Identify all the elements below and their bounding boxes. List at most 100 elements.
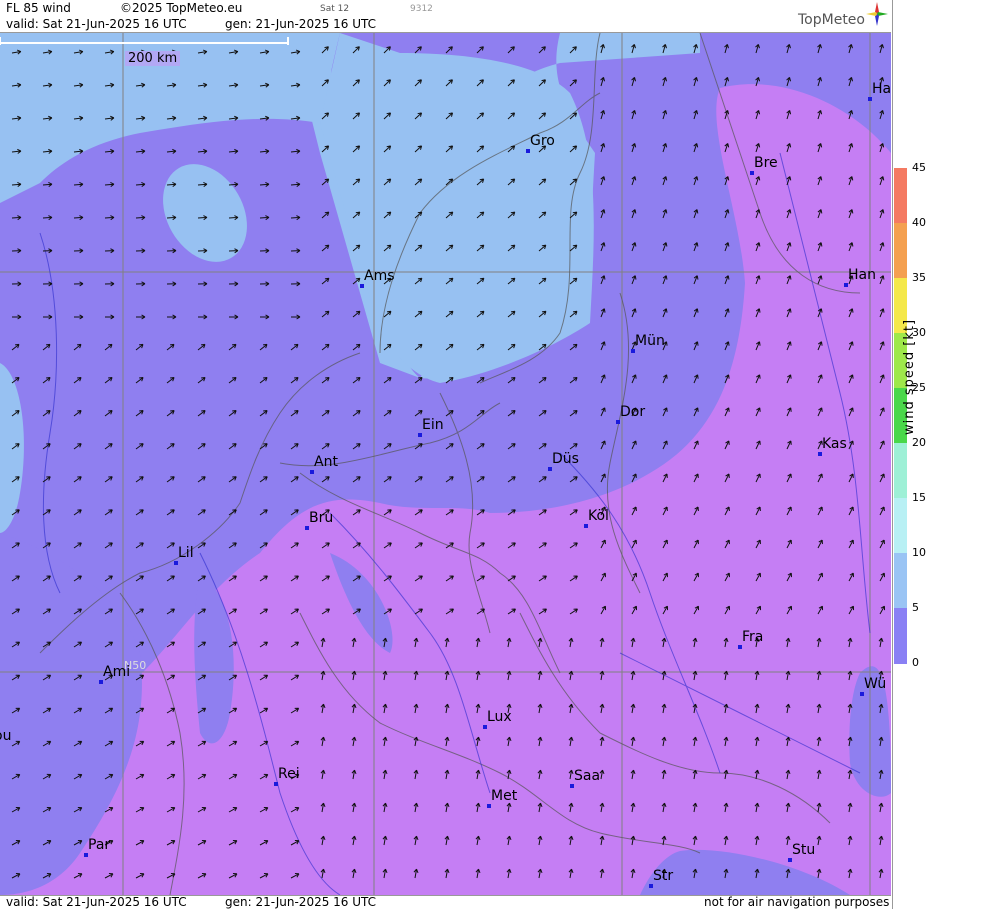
wind-arrow (197, 509, 206, 516)
city-marker (584, 524, 588, 528)
wind-arrow (228, 376, 237, 384)
wind-arrow (197, 443, 206, 450)
wind-arrow (445, 46, 453, 54)
wind-arrow (104, 376, 113, 384)
wind-arrow (166, 148, 177, 154)
wind-arrow (538, 476, 547, 483)
wind-arrow (569, 343, 578, 351)
city-label: Rei (278, 766, 300, 782)
wind-arrow (321, 277, 330, 285)
wind-arrow (569, 410, 578, 417)
wind-arrow (11, 314, 22, 320)
wind-arrow (600, 308, 606, 318)
wind-arrow (476, 443, 485, 450)
wind-arrow (11, 248, 22, 254)
wind-arrow (631, 110, 637, 120)
wind-arrow (724, 242, 730, 252)
wind-arrow (259, 509, 268, 516)
wind-arrow (724, 275, 730, 285)
wind-arrow (104, 509, 113, 516)
wind-arrow (538, 46, 546, 54)
wind-arrow (197, 343, 206, 351)
city-label: Fra (742, 629, 764, 645)
wind-arrow (290, 182, 301, 187)
wind-arrow (259, 248, 270, 254)
city-label: Mün (635, 333, 665, 349)
wind-arrow (321, 211, 330, 219)
wind-arrow (73, 509, 82, 516)
wind-arrow (135, 509, 144, 516)
city-marker (570, 784, 574, 788)
wind-arrow (42, 281, 53, 287)
wind-arrow (290, 281, 301, 287)
wind-arrow (104, 542, 113, 549)
city-marker (649, 884, 653, 888)
wind-arrow (135, 182, 146, 187)
city-label: Stu (792, 842, 816, 858)
copyright: ©2025 TopMeteo.eu (120, 1, 243, 15)
wind-arrow (166, 608, 175, 615)
wind-arrow (73, 248, 84, 254)
wind-arrow (135, 343, 144, 351)
footer-valid-time: valid: Sat 21-Jun-2025 16 UTC (6, 895, 187, 909)
city-marker (84, 853, 88, 857)
wind-arrow (445, 410, 454, 417)
wind-arrow (321, 244, 330, 252)
city-marker (360, 284, 364, 288)
wind-arrow (73, 314, 84, 320)
valid-time: valid: Sat 21-Jun-2025 16 UTC (6, 17, 187, 31)
wind-arrow (507, 46, 515, 54)
wind-arrow (135, 281, 146, 287)
wind-arrow (11, 343, 20, 351)
wind-arrow (166, 509, 175, 516)
wind-arrow (879, 110, 885, 120)
wind-arrow (73, 281, 84, 287)
wind-arrow (104, 182, 115, 187)
wind-arrow (11, 215, 22, 221)
wind-arrow (290, 509, 299, 516)
wind-arrow (693, 209, 699, 219)
city-marker (99, 680, 103, 684)
product-title: FL 85 wind (6, 1, 71, 15)
wind-arrow (166, 443, 175, 450)
wind-arrow (538, 443, 547, 450)
city-marker (526, 149, 530, 153)
colorbar-title: wind speed [kt] (902, 318, 917, 435)
colorbar-segment (894, 443, 907, 499)
colorbar-tick-label: 20 (912, 436, 926, 449)
wind-arrow (73, 443, 82, 450)
city-marker (418, 433, 422, 437)
wind-arrow (135, 641, 145, 648)
wind-arrow (352, 376, 361, 384)
wind-arrow (228, 314, 239, 320)
city-label: Dor (620, 404, 646, 420)
city-marker (616, 420, 620, 424)
wind-arrow (414, 410, 423, 417)
wind-arrow (662, 76, 668, 87)
wind-arrow (879, 43, 884, 54)
wind-map[interactable]: 200 km N50 Gro Bre Ha Han Ams Mün Ein Dor Ant Düs… (0, 33, 891, 895)
wind-arrow (135, 608, 144, 615)
wind-arrow (631, 143, 637, 153)
wind-arrow (135, 376, 144, 384)
wind-arrow (135, 248, 146, 254)
wind-arrow (135, 542, 144, 549)
city-label: Han (848, 267, 876, 283)
wind-arrow (166, 575, 175, 582)
wind-arrow (228, 509, 237, 516)
wind-arrow (693, 176, 699, 186)
city-label: Ams (364, 268, 395, 284)
wind-arrow (290, 443, 299, 450)
wind-arrow (662, 110, 668, 120)
wind-arrow (42, 376, 51, 384)
wind-arrow (42, 509, 51, 516)
city-label: Saa (574, 768, 601, 784)
wind-arrow (414, 46, 422, 54)
wind-arrow (321, 178, 330, 186)
wind-arrow (290, 248, 301, 254)
wind-arrow (600, 341, 606, 351)
city-label: Lil (178, 545, 194, 561)
colorbar-segment (894, 168, 907, 224)
city-label: Wü (864, 676, 887, 692)
wind-arrow (166, 343, 175, 351)
